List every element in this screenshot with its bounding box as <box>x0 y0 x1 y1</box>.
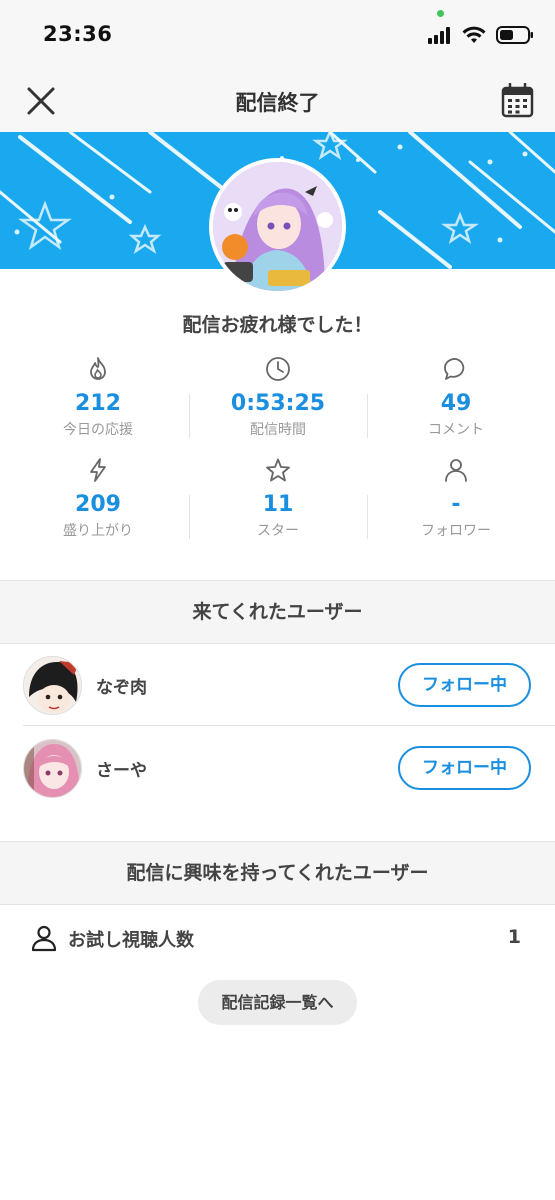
stat-label: コメント <box>428 422 484 438</box>
section-title: 配信に興味を持ってくれたユーザー <box>126 862 429 884</box>
visitors-section-header: 来てくれたユーザー <box>0 580 555 644</box>
calendar-icon[interactable] <box>501 83 534 118</box>
stat-label: 今日の応援 <box>63 422 133 438</box>
stream-history-button[interactable]: 配信記録一覧へ <box>198 980 357 1025</box>
following-button[interactable]: フォロー中 <box>398 746 531 790</box>
interested-section-header: 配信に興味を持ってくれたユーザー <box>0 841 555 905</box>
user-avatar-image <box>24 740 81 797</box>
wifi-icon <box>462 26 486 43</box>
stat-value: 0:53:25 <box>230 391 326 416</box>
stat-value: - <box>451 492 461 517</box>
stat-label: 盛り上がり <box>63 523 133 539</box>
star-icon <box>266 458 290 482</box>
status-icons <box>428 24 534 46</box>
user-name: なぞ肉 <box>96 678 147 698</box>
trial-viewers-count: 1 <box>507 926 521 948</box>
lightning-icon <box>90 458 106 482</box>
signal-icon <box>428 27 450 44</box>
stat-duration: 0:53:25 配信時間 <box>189 356 367 439</box>
user-avatar-image <box>24 657 81 714</box>
user-avatar[interactable] <box>23 656 82 715</box>
stat-label: 配信時間 <box>250 422 306 438</box>
section-title: 来てくれたユーザー <box>192 601 363 623</box>
divider <box>23 725 555 726</box>
following-button[interactable]: フォロー中 <box>398 663 531 707</box>
stat-value: 212 <box>75 391 121 416</box>
stat-stars: 11 スター <box>189 457 367 540</box>
streamer-avatar <box>209 158 346 295</box>
stat-value: 11 <box>262 492 294 517</box>
person-icon <box>445 459 467 482</box>
user-row[interactable]: さーや フォロー中 <box>0 728 555 808</box>
status-bar: 23:36 <box>0 0 555 70</box>
camera-indicator-dot <box>437 10 444 17</box>
anime-character-avatar-image <box>213 162 342 291</box>
clock-icon <box>266 357 290 381</box>
thanks-message: 配信お疲れ様でした！ <box>182 314 373 336</box>
stat-label: フォロワー <box>421 523 491 539</box>
trial-viewers-row: お試し視聴人数 1 <box>0 910 555 966</box>
user-name: さーや <box>96 761 147 781</box>
page-title: 配信終了 <box>235 91 320 115</box>
stat-support: 212 今日の応援 <box>9 356 187 439</box>
user-row[interactable]: なぞ肉 フォロー中 <box>0 645 555 725</box>
trial-viewers-label: お試し視聴人数 <box>68 930 194 951</box>
battery-icon <box>496 26 533 44</box>
stat-excitement: 209 盛り上がり <box>9 457 187 540</box>
stat-value: 209 <box>75 492 121 517</box>
stat-value: 49 <box>440 391 472 416</box>
flame-icon <box>90 357 106 380</box>
stat-followers: - フォロワー <box>367 457 545 540</box>
person-icon <box>31 925 57 952</box>
status-time: 23:36 <box>43 22 113 46</box>
nav-bar: 配信終了 <box>0 70 555 132</box>
stat-comments: 49 コメント <box>367 356 545 439</box>
stat-label: スター <box>257 523 299 539</box>
chat-bubble-icon <box>444 358 465 380</box>
user-avatar[interactable] <box>23 739 82 798</box>
